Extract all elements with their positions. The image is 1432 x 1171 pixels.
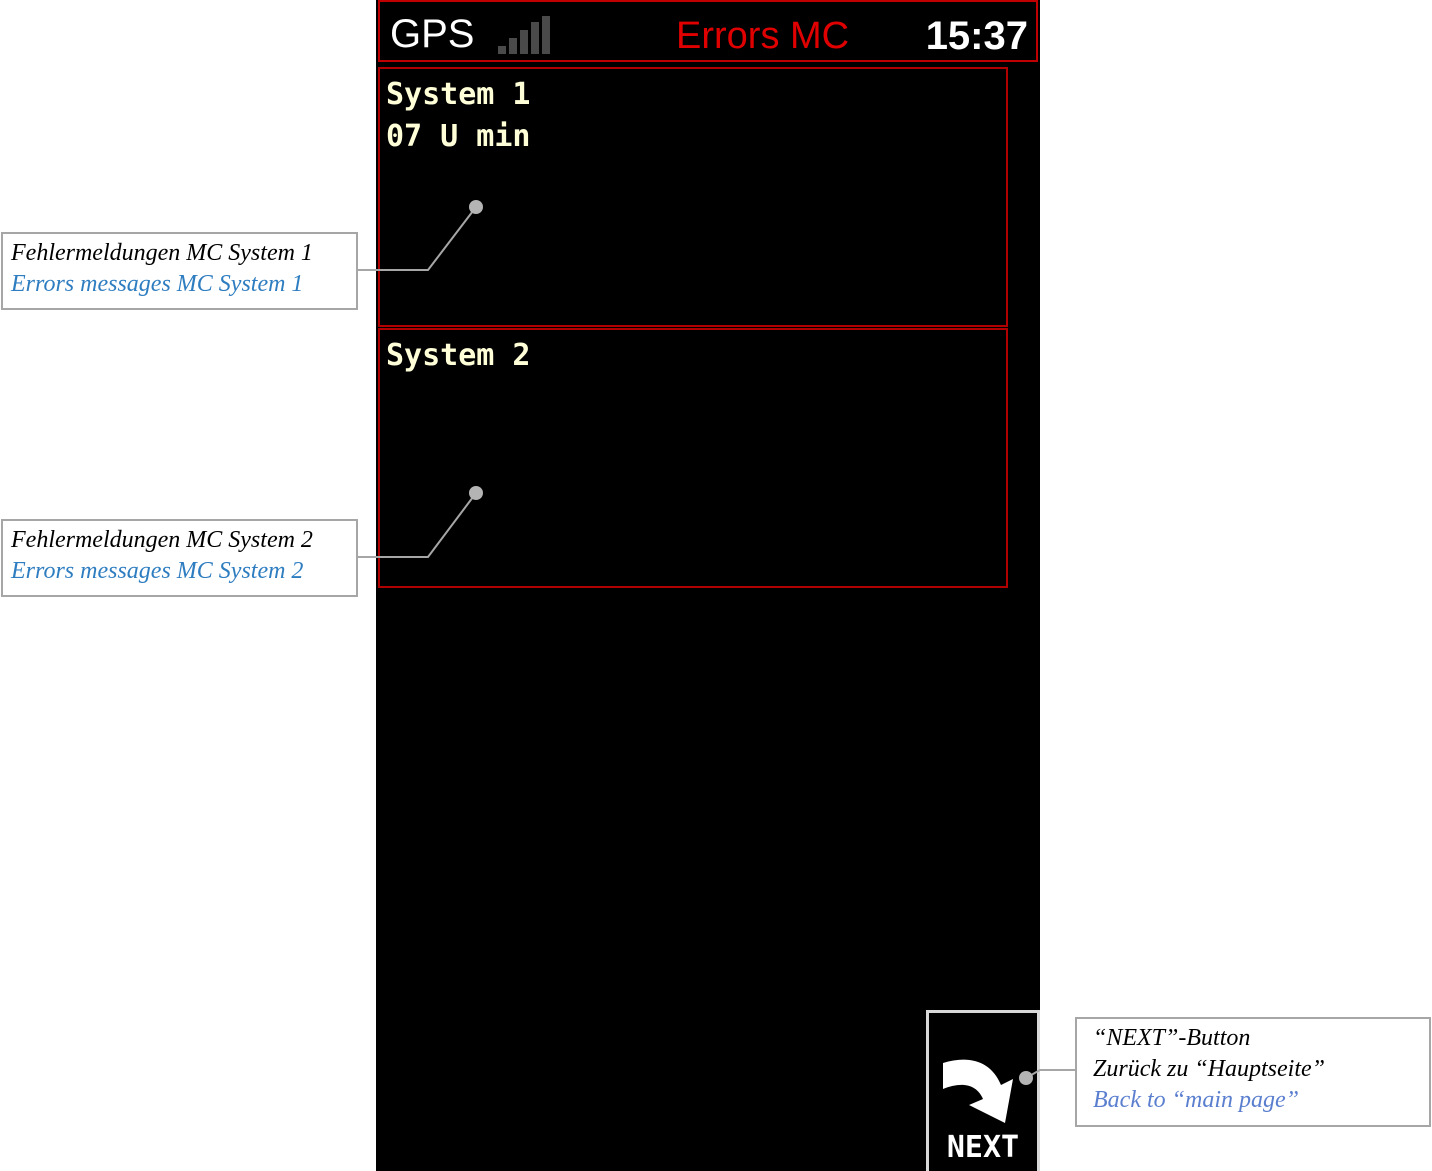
callout-de-text: “NEXT”-Button — [1093, 1025, 1251, 1051]
callout-system-2: Fehlermeldungen MC System 2 Errors messa… — [1, 519, 358, 597]
callout-de-text: Zurück zu “Hauptseite” — [1093, 1056, 1326, 1082]
callout-system-1: Fehlermeldungen MC System 1 Errors messa… — [1, 232, 358, 310]
callout-de-text: Fehlermeldungen MC System 2 — [11, 527, 313, 553]
callout-en-text: Errors messages MC System 2 — [11, 558, 304, 584]
callout-en-text: Errors messages MC System 1 — [11, 271, 304, 297]
callout-next-button: “NEXT”-Button Zurück zu “Hauptseite” Bac… — [1075, 1017, 1431, 1127]
callout-de-text: Fehlermeldungen MC System 1 — [11, 240, 313, 266]
callout-en-text: Back to “main page” — [1093, 1087, 1299, 1113]
